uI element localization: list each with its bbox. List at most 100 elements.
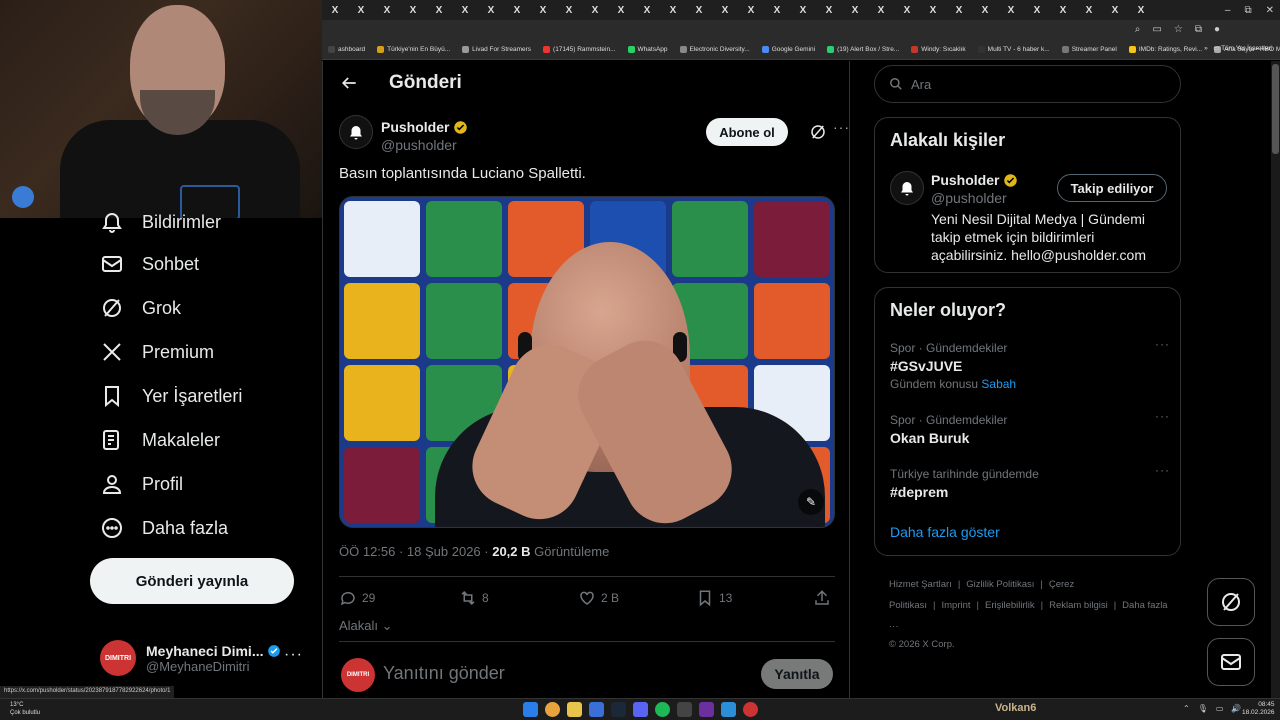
author-handle[interactable]: @pusholder	[381, 137, 457, 153]
nav-item-premium[interactable]: Premium	[100, 340, 214, 364]
browser-tab[interactable]: X	[478, 0, 504, 20]
trend-link[interactable]: Sabah	[981, 377, 1016, 391]
nav-item-articles[interactable]: Makaleler	[100, 428, 220, 452]
related-dropdown[interactable]: Alakalı ⌄	[339, 618, 393, 634]
post-button[interactable]: Gönderi yayınla	[90, 558, 294, 604]
browser-tab[interactable]: X	[1128, 0, 1154, 20]
maximize-button[interactable]: ⧉	[1244, 5, 1251, 16]
browser-tab[interactable]: X	[530, 0, 556, 20]
grok-fab[interactable]	[1207, 578, 1255, 626]
discord-icon[interactable]	[633, 702, 648, 717]
chrome-icon[interactable]	[545, 702, 560, 717]
browser-tab[interactable]: X	[972, 0, 998, 20]
show-more-link[interactable]: Daha fazla göster	[890, 524, 1000, 540]
app-icon[interactable]	[589, 702, 604, 717]
browser-tab[interactable]: X	[998, 0, 1024, 20]
avatar[interactable]	[890, 171, 924, 205]
browser-tab[interactable]: X	[660, 0, 686, 20]
footer-link[interactable]: Erişilebilirlik	[985, 600, 1035, 611]
profile-icon[interactable]: ●	[1214, 24, 1220, 35]
tweet-time[interactable]: ÖÖ 12:56 · 18 Şub 2026 ·	[339, 544, 492, 559]
bookmark-item[interactable]: Livad For Streamers	[456, 46, 537, 53]
account-switcher[interactable]: DIMITRI Meyhaneci Dimi... @MeyhaneDimitr…	[100, 636, 315, 680]
trend-more-button[interactable]: ···	[1155, 409, 1170, 423]
reply-input[interactable]: Yanıtını gönder	[383, 663, 505, 684]
author-name[interactable]: Pusholder	[381, 119, 449, 135]
back-arrow-icon[interactable]	[339, 73, 359, 93]
browser-tab[interactable]: X	[686, 0, 712, 20]
browser-tab[interactable]: X	[816, 0, 842, 20]
like-action[interactable]: 2 B	[578, 589, 619, 607]
nav-item-more[interactable]: Daha fazla	[100, 516, 228, 540]
browser-tab[interactable]: X	[556, 0, 582, 20]
steam-icon[interactable]	[611, 702, 626, 717]
bookmark-item[interactable]: (17145) Rammstein...	[537, 46, 622, 53]
bookmark-action[interactable]: 13	[696, 589, 732, 607]
close-window-button[interactable]: ✕	[1266, 5, 1274, 16]
scrollbar-thumb[interactable]	[1272, 64, 1279, 154]
browser-tab[interactable]: X	[322, 0, 348, 20]
nav-item-grok[interactable]: Grok	[100, 296, 181, 320]
browser-tab[interactable]: X	[1102, 0, 1128, 20]
bookmark-item[interactable]: Streamer Panel	[1056, 46, 1123, 53]
weather-widget[interactable]: 13°C Çok bulutlu	[10, 701, 40, 717]
bookmark-item[interactable]: Multi TV - 6 haber k...	[972, 46, 1056, 53]
bookmarks-more[interactable]: »	[1204, 45, 1208, 52]
grok-icon[interactable]	[809, 123, 827, 141]
nav-item-notifications[interactable]: Bildirimler	[100, 210, 221, 234]
tray-chevron-icon[interactable]: ⌃	[1183, 704, 1190, 713]
tweet-more-button[interactable]: ···	[833, 119, 849, 135]
nav-item-profile[interactable]: Profil	[100, 472, 183, 496]
bookmark-item[interactable]: Electronic Diversity...	[674, 46, 756, 53]
scrollbar[interactable]	[1271, 61, 1280, 698]
minimize-button[interactable]: –	[1225, 5, 1231, 16]
browser-tab[interactable]: X	[608, 0, 634, 20]
search-input[interactable]: Ara	[874, 65, 1181, 103]
trend-item[interactable]: Spor · Gündemdekiler #GSvJUVE Gündem kon…	[890, 337, 1170, 391]
footer-link[interactable]: Imprint	[941, 600, 970, 611]
nav-item-bookmarks[interactable]: Yer İşaretleri	[100, 384, 242, 408]
star-icon[interactable]: ☆	[1174, 24, 1183, 35]
cast-icon[interactable]: ▭	[1152, 24, 1161, 35]
browser-tab[interactable]: X	[452, 0, 478, 20]
browser-tab[interactable]: X	[1024, 0, 1050, 20]
browser-tab[interactable]: X	[712, 0, 738, 20]
monitor-icon[interactable]: ▭	[1216, 704, 1224, 713]
browser-tab[interactable]: X	[348, 0, 374, 20]
extensions-icon[interactable]: ⧉	[1195, 24, 1202, 35]
subscribe-button[interactable]: Abone ol	[706, 118, 788, 146]
browser-tab[interactable]: X	[1050, 0, 1076, 20]
nav-item-chat[interactable]: Sohbet	[100, 252, 199, 276]
bookmark-item[interactable]: ashboard	[322, 46, 371, 53]
folder-icon[interactable]	[567, 702, 582, 717]
bookmarks-folder[interactable]: » ▭ Tüm Yer İşaretleri	[1204, 44, 1272, 52]
footer-link[interactable]: Gizlilik Politikası	[966, 579, 1034, 590]
browser-tab[interactable]: X	[634, 0, 660, 20]
following-button[interactable]: Takip ediliyor	[1057, 174, 1167, 202]
spotify-icon[interactable]	[655, 702, 670, 717]
person-name[interactable]: Pusholder	[931, 172, 999, 188]
person-handle[interactable]: @pusholder	[931, 190, 1007, 206]
trend-item[interactable]: Türkiye tarihinde gündemde #deprem ···	[890, 463, 1170, 500]
browser-tab[interactable]: X	[868, 0, 894, 20]
footer-link[interactable]: Hizmet Şartları	[889, 579, 952, 590]
bookmark-item[interactable]: IMDb: Ratings, Revi...	[1123, 46, 1208, 53]
browser-tab[interactable]: X	[894, 0, 920, 20]
share-action[interactable]	[813, 589, 831, 607]
browser-tab[interactable]: X	[504, 0, 530, 20]
app-icon[interactable]	[699, 702, 714, 717]
trend-item[interactable]: Spor · Gündemdekiler Okan Buruk ···	[890, 409, 1170, 446]
app-icon[interactable]	[721, 702, 736, 717]
avatar[interactable]	[339, 115, 373, 149]
browser-tab[interactable]: X	[1076, 0, 1102, 20]
microphone-icon[interactable]: 🎙	[1198, 704, 1208, 713]
browser-tab[interactable]: X	[426, 0, 452, 20]
browser-tab[interactable]: X	[790, 0, 816, 20]
clock[interactable]: 08:45 18.02.2026	[1242, 701, 1275, 717]
address-bar[interactable]: ⌕ ▭ ☆ ⧉ ●	[322, 20, 1280, 40]
retweet-action[interactable]: 8	[459, 589, 489, 607]
trend-more-button[interactable]: ···	[1155, 337, 1170, 351]
bookmark-item[interactable]: Windy: Sıcaklık	[905, 46, 971, 53]
browser-tab[interactable]: X	[920, 0, 946, 20]
bookmark-item[interactable]: Google Gemini	[756, 46, 821, 53]
